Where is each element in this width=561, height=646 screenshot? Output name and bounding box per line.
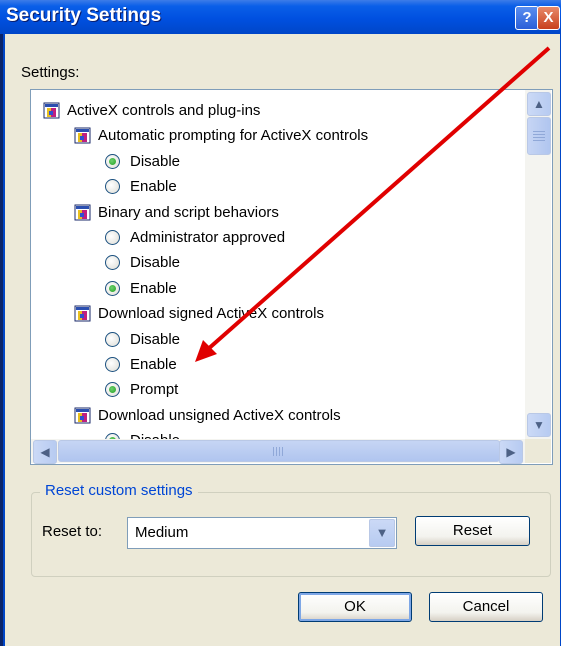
grip-line: [279, 447, 280, 456]
settings-page-icon: [74, 407, 91, 424]
tree-item-label: Download signed ActiveX controls: [98, 305, 324, 323]
reset-button[interactable]: Reset: [415, 516, 530, 546]
ok-button[interactable]: OK: [298, 592, 412, 622]
title-bar[interactable]: Security Settings ? X: [0, 0, 561, 34]
arrow-up-icon: ▲: [533, 97, 545, 111]
settings-page-icon: [74, 305, 91, 322]
tree-item-label: Enable: [130, 279, 177, 297]
tree-item-label: Enable: [130, 178, 177, 196]
scrollbar-corner: [525, 439, 551, 463]
help-icon: ?: [522, 9, 532, 26]
reset-to-label: Reset to:: [42, 523, 103, 540]
settings-label: Settings:: [21, 64, 80, 81]
grip-line: [273, 447, 274, 456]
tree-item-label: Disable: [130, 330, 181, 348]
tree-item-label: Enable: [130, 356, 177, 373]
reset-custom-settings-group: Reset custom settings Reset to: Medium ▼…: [31, 482, 551, 577]
tree-item-label: Prompt: [130, 381, 179, 399]
arrow-left-icon: ◀: [40, 445, 50, 459]
settings-page-icon: [43, 102, 60, 119]
radio-checked-icon[interactable]: [105, 153, 120, 169]
close-icon: X: [543, 9, 554, 26]
tree-item-label: Administrator approved: [130, 229, 286, 246]
help-button[interactable]: ?: [515, 6, 539, 30]
scroll-right-button[interactable]: ▶: [499, 440, 523, 464]
radio-unchecked-icon[interactable]: [105, 230, 120, 245]
security-settings-window: Security Settings ? X Settings: ActiveX …: [0, 0, 561, 646]
settings-tree: ActiveX controls and plug-ins Automatic p…: [31, 90, 525, 439]
grip-line: [533, 131, 545, 132]
grip-line: [276, 447, 277, 456]
radio-unchecked-icon[interactable]: [105, 331, 120, 347]
arrow-right-icon: ▶: [506, 445, 516, 459]
scroll-up-button[interactable]: ▲: [527, 92, 551, 116]
radio-unchecked-icon[interactable]: [105, 179, 120, 195]
tree-item-label: ActiveX controls and plug-ins: [67, 102, 261, 119]
tree-item-label: Disable: [130, 152, 181, 170]
radio-checked-icon[interactable]: [105, 382, 120, 398]
horizontal-scroll-thumb[interactable]: [58, 440, 500, 462]
arrow-down-icon: ▼: [533, 418, 545, 432]
tree-item-label: Disable: [130, 428, 180, 439]
radio-unchecked-icon[interactable]: [105, 357, 120, 372]
grip-line: [533, 137, 545, 138]
vertical-scroll-thumb[interactable]: [527, 117, 551, 155]
horizontal-scrollbar[interactable]: ◀ ▶: [31, 439, 525, 464]
grip-line: [533, 140, 545, 141]
scroll-down-button[interactable]: ▼: [527, 413, 551, 437]
cancel-button[interactable]: Cancel: [429, 592, 543, 622]
tree-item-label: Automatic prompting for ActiveX controls: [98, 127, 369, 145]
reset-level-value: Medium: [135, 524, 189, 541]
close-button[interactable]: X: [537, 6, 560, 30]
scroll-left-button[interactable]: ◀: [33, 440, 57, 464]
radio-checked-icon[interactable]: [105, 280, 120, 296]
window-title: Security Settings: [6, 5, 162, 26]
radio-unchecked-icon[interactable]: [105, 255, 120, 271]
tree-item-label: Download unsigned ActiveX controls: [98, 406, 341, 424]
grip-line: [282, 447, 283, 456]
group-title: Reset custom settings: [40, 482, 198, 499]
chevron-down-icon: ▼: [375, 525, 389, 540]
dialog-body: Settings: ActiveX controls and plug-ins A…: [3, 34, 561, 646]
vertical-scrollbar[interactable]: ▲ ▼: [525, 90, 551, 439]
tree-item-label: Disable: [130, 254, 181, 272]
settings-page-icon: [74, 204, 91, 221]
reset-level-select[interactable]: Medium ▼: [127, 517, 397, 549]
grip-line: [533, 134, 545, 135]
dropdown-button[interactable]: ▼: [369, 519, 395, 547]
tree-item-label: Binary and script behaviors: [98, 203, 279, 221]
settings-listbox[interactable]: ActiveX controls and plug-ins Automatic p…: [30, 89, 553, 465]
settings-page-icon: [74, 127, 91, 144]
